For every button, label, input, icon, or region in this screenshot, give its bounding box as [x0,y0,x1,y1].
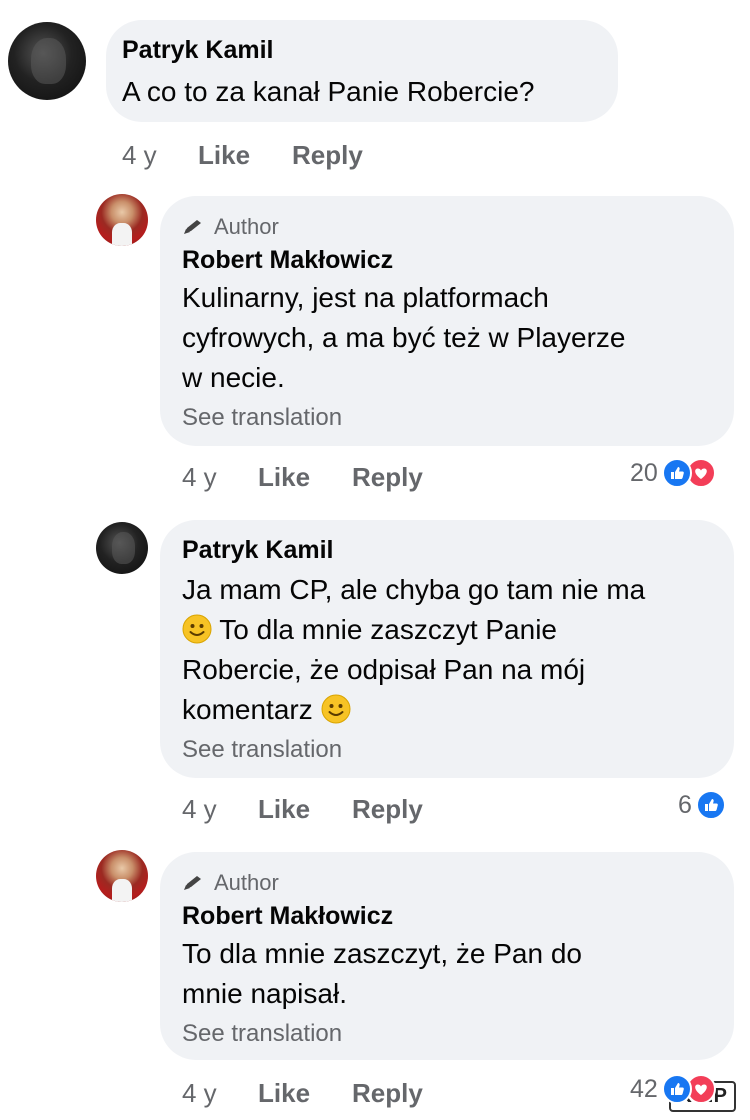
comment-text: Kulinarny, jest na platformach cyfrowych… [182,278,722,398]
comment-text: A co to za kanał Panie Robercie? [122,76,535,107]
author-badge-label: Author [214,214,279,239]
avatar-patryk-kamil[interactable] [96,522,148,574]
like-button[interactable]: Like [258,794,352,825]
reply-button[interactable]: Reply [292,140,363,171]
comment-text-line: komentarz [182,690,728,730]
author-badge-label: Author [214,870,279,895]
comment-text-line: Kulinarny, jest na platformach [182,282,549,313]
comment-author[interactable]: Robert Makłowicz [182,246,393,275]
thumbs-up-icon [661,1074,692,1104]
comment-age[interactable]: 4 y [182,794,258,825]
see-translation-link[interactable]: See translation [182,1020,342,1048]
comment-text-line: Ja mam CP, ale chyba go tam nie ma [182,574,646,605]
reply-button[interactable]: Reply [352,794,423,825]
comment-author[interactable]: Patryk Kamil [182,536,333,565]
avatar-robert-maklowicz[interactable] [96,194,148,246]
comment-text-fragment: komentarz [182,694,313,725]
comment-bubble-1: Patryk Kamil A co to za kanał Panie Robe… [106,20,618,122]
comment-text-line: To dla mnie zaszczyt Panie [182,610,728,650]
comment-text-line: cyfrowych, a ma być też w Playerze [182,322,626,353]
comment-text-line: mnie napisał. [182,978,347,1009]
author-badge: Author [182,214,279,240]
comment-text: To dla mnie zaszczyt, że Pan do mnie nap… [182,934,722,1014]
comment-text: Ja mam CP, ale chyba go tam nie ma To dl… [182,570,728,730]
comment-bubble-4: Author Robert Makłowicz To dla mnie zasz… [160,852,734,1060]
reaction-summary[interactable]: 6 [678,790,726,820]
thumbs-up-icon [661,458,692,488]
comment-author[interactable]: Patryk Kamil [122,36,273,65]
thumbs-up-icon [695,790,726,820]
comment-bubble-2: Author Robert Makłowicz Kulinarny, jest … [160,196,734,446]
see-translation-link[interactable]: See translation [182,736,342,764]
comment-text-fragment: To dla mnie zaszczyt Panie [219,614,557,645]
like-button[interactable]: Like [258,1078,352,1109]
comment-author[interactable]: Robert Makłowicz [182,902,393,931]
reply-button[interactable]: Reply [352,462,423,493]
pencil-icon [184,220,201,234]
reply-button[interactable]: Reply [352,1078,423,1109]
reaction-count: 20 [630,458,658,487]
reaction-count: 6 [678,790,692,819]
like-button[interactable]: Like [198,140,292,171]
comment-bubble-3: Patryk Kamil Ja mam CP, ale chyba go tam… [160,520,734,778]
comment-actions-4: 4 y Like Reply [182,1078,423,1109]
comment-age[interactable]: 4 y [182,1078,258,1109]
avatar-patryk-kamil[interactable] [8,22,86,100]
see-translation-link[interactable]: See translation [182,404,342,432]
comment-text-line: w necie. [182,362,285,393]
reaction-summary[interactable]: 42 [630,1074,716,1104]
comment-actions-1: 4 y Like Reply [122,140,363,171]
reaction-count: 42 [630,1074,658,1103]
slightly-smiling-face-emoji [182,614,212,644]
avatar-robert-maklowicz[interactable] [96,850,148,902]
reaction-summary[interactable]: 20 [630,458,716,488]
author-badge: Author [182,870,279,896]
pencil-icon [184,876,201,890]
comment-text-line: To dla mnie zaszczyt, że Pan do [182,938,582,969]
comment-actions-3: 4 y Like Reply [182,794,423,825]
comment-text-line: Robercie, że odpisał Pan na mój [182,654,586,685]
comment-actions-2: 4 y Like Reply [182,462,423,493]
comment-age[interactable]: 4 y [122,140,198,171]
like-button[interactable]: Like [258,462,352,493]
slightly-smiling-face-emoji [321,694,350,724]
comment-age[interactable]: 4 y [182,462,258,493]
